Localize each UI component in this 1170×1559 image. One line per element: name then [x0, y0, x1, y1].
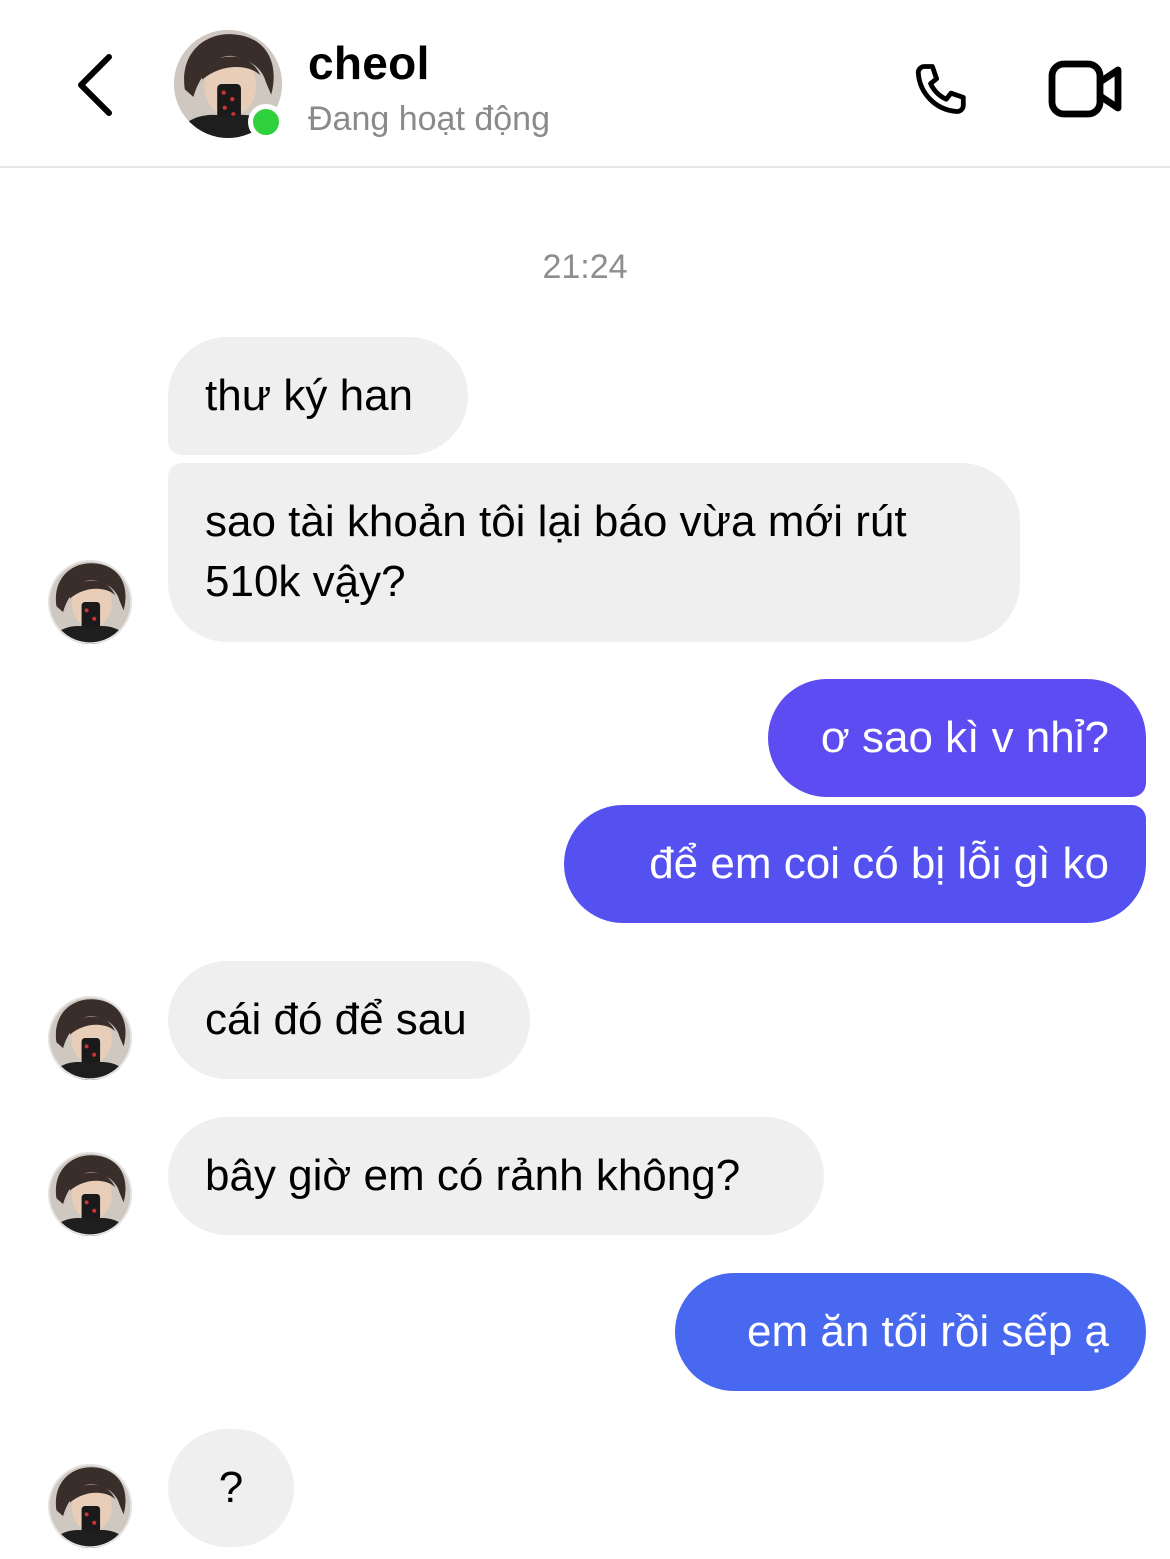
contact-name[interactable]: cheol: [308, 36, 430, 90]
chat-screen: cheol Đang hoạt động 21:24 thư ký han sa…: [0, 0, 1170, 1559]
message-bubble-incoming[interactable]: cái đó để sau: [168, 961, 530, 1079]
message-text: ơ sao kì v nhỉ?: [820, 713, 1109, 762]
message-bubble-incoming[interactable]: ?: [168, 1429, 294, 1547]
contact-avatar-small[interactable]: [48, 1464, 132, 1548]
voice-call-button[interactable]: [895, 45, 983, 133]
online-indicator: [248, 104, 284, 140]
message-bubble-incoming[interactable]: bây giờ em có rảnh không?: [168, 1117, 824, 1235]
message-text: ?: [218, 1463, 244, 1512]
contact-avatar-small[interactable]: [48, 560, 132, 644]
contact-avatar-small[interactable]: [48, 996, 132, 1080]
message-timestamp: 21:24: [542, 248, 628, 286]
contact-status: Đang hoạt động: [308, 100, 550, 138]
message-text: để em coi có bị lỗi gì ko: [649, 839, 1109, 888]
message-bubble-outgoing[interactable]: em ăn tối rồi sếp ạ: [675, 1273, 1146, 1391]
chat-header: cheol Đang hoạt động: [0, 0, 1170, 168]
video-call-button[interactable]: [1038, 45, 1134, 133]
avatar-photo: [48, 996, 132, 1080]
message-text: thư ký han: [205, 371, 414, 420]
contact-avatar-small[interactable]: [48, 1152, 132, 1236]
avatar-photo: [48, 1152, 132, 1236]
message-bubble-outgoing[interactable]: để em coi có bị lỗi gì ko: [564, 805, 1146, 923]
phone-icon: [915, 64, 966, 114]
avatar-photo: [48, 1464, 132, 1548]
avatar-photo: [48, 560, 132, 644]
back-button[interactable]: [60, 40, 130, 130]
message-bubble-incoming[interactable]: sao tài khoản tôi lại báo vừa mới rút 51…: [168, 463, 1020, 642]
message-bubble-outgoing[interactable]: ơ sao kì v nhỉ?: [768, 679, 1146, 797]
video-camera-icon: [1048, 60, 1122, 118]
message-text-line: 510k vậy?: [205, 557, 406, 606]
message-text: cái đó để sau: [205, 995, 467, 1044]
message-bubble-incoming[interactable]: thư ký han: [168, 337, 468, 455]
message-text: em ăn tối rồi sếp ạ: [747, 1307, 1109, 1356]
chevron-left-icon: [78, 54, 112, 116]
message-text-line: sao tài khoản tôi lại báo vừa mới rút: [205, 497, 907, 546]
message-text: bây giờ em có rảnh không?: [205, 1151, 741, 1200]
